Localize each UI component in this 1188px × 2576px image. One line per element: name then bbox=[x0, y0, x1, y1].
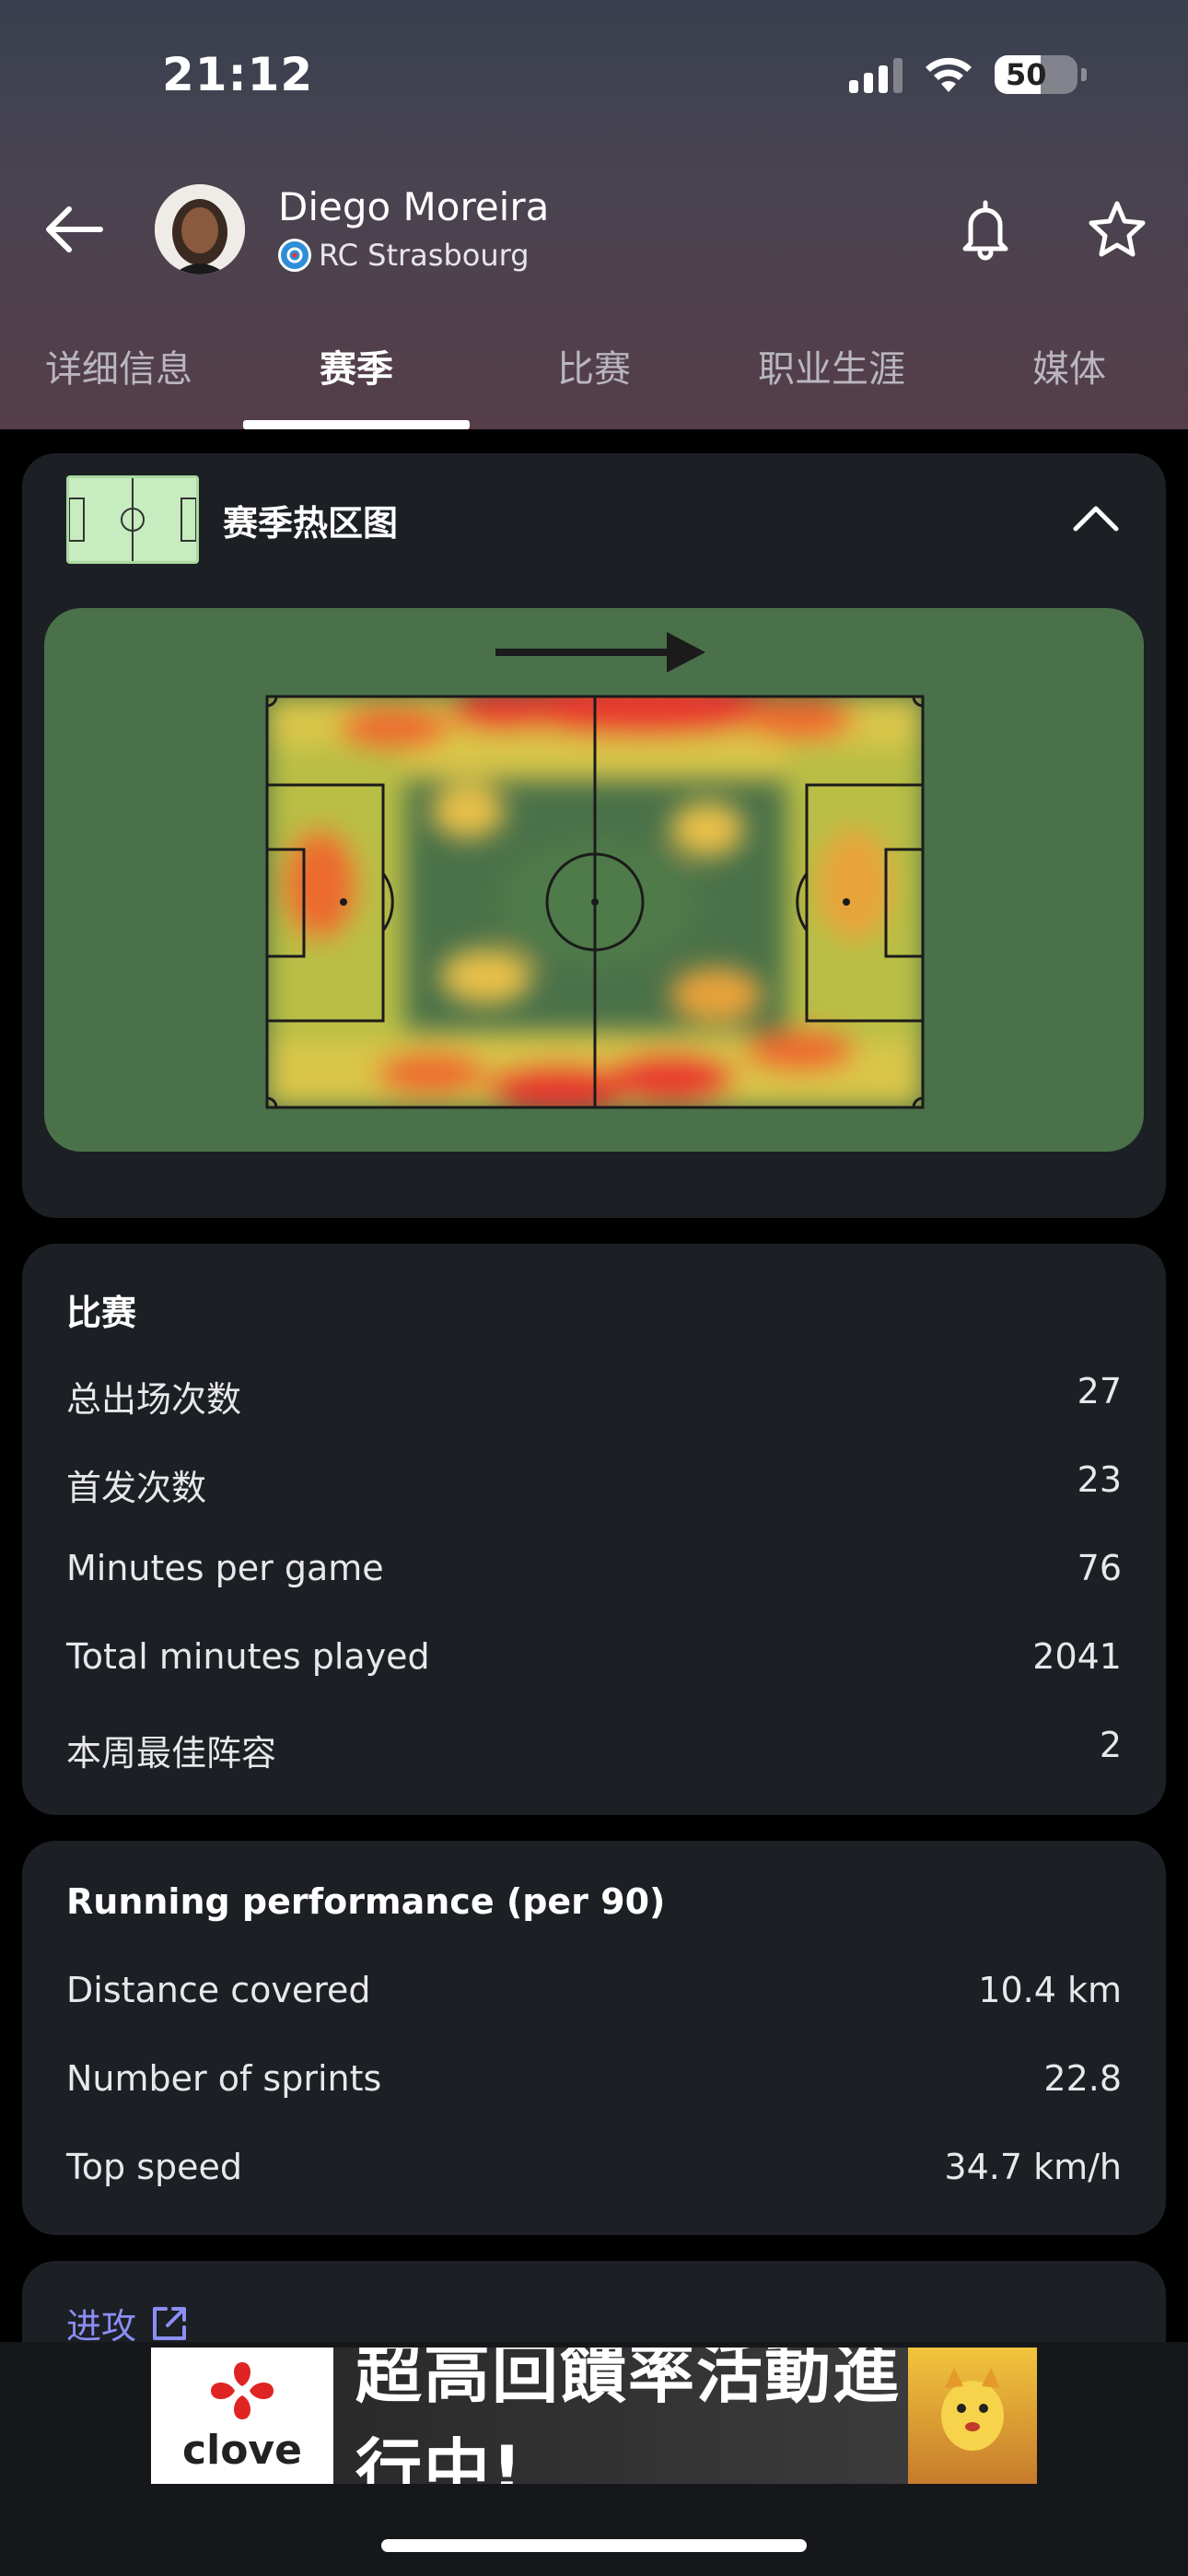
stat-row: 本周最佳阵容 2 bbox=[66, 1725, 1122, 1775]
external-link-icon bbox=[153, 2306, 187, 2340]
status-icons: 50 bbox=[849, 55, 1087, 94]
ad-text: 超高回饋率活動進行中! bbox=[333, 2348, 908, 2484]
stat-row: Top speed 34.7 km/h bbox=[66, 2147, 1122, 2187]
favorite-button[interactable] bbox=[1087, 199, 1147, 260]
battery-icon: 50 bbox=[995, 55, 1077, 94]
stat-row: Distance covered 10.4 km bbox=[66, 1970, 1122, 2010]
tab-season[interactable]: 赛季 bbox=[238, 328, 475, 429]
cellular-signal-icon bbox=[849, 56, 903, 93]
stat-value: 76 bbox=[1077, 1548, 1122, 1588]
stat-value: 10.4 km bbox=[978, 1970, 1122, 2010]
attack-label: 进攻 bbox=[66, 2306, 137, 2347]
arrow-left-icon bbox=[46, 206, 103, 252]
chevron-up-icon bbox=[1073, 506, 1119, 532]
stat-label: 首发次数 bbox=[66, 1468, 207, 1508]
attack-link[interactable]: 进攻 bbox=[66, 2298, 190, 2348]
status-time: 21:12 bbox=[162, 48, 314, 101]
pitch-icon bbox=[66, 475, 199, 564]
tab-media[interactable]: 媒体 bbox=[950, 328, 1188, 429]
stat-label: Top speed bbox=[66, 2147, 243, 2187]
heatmap-pitch bbox=[44, 608, 1144, 1152]
running-performance-card: Running performance (per 90) Distance co… bbox=[22, 1841, 1166, 2235]
stat-value: 2041 bbox=[1032, 1636, 1122, 1677]
club-badge-icon bbox=[278, 239, 311, 272]
stat-label: 本周最佳阵容 bbox=[66, 1733, 277, 1774]
stat-value: 34.7 km/h bbox=[944, 2147, 1122, 2187]
back-button[interactable] bbox=[37, 197, 111, 262]
ad-logo: clove bbox=[151, 2348, 333, 2484]
collapse-button[interactable] bbox=[1070, 499, 1122, 536]
stat-value: 23 bbox=[1077, 1459, 1122, 1500]
direction-arrow-icon bbox=[495, 632, 705, 673]
club-name: RC Strasbourg bbox=[319, 238, 530, 273]
running-section-title: Running performance (per 90) bbox=[66, 1881, 666, 1922]
ad-character-icon bbox=[908, 2348, 1037, 2484]
ad-banner[interactable]: clove 超高回饋率活動進行中! bbox=[151, 2348, 1037, 2484]
clove-logo-icon bbox=[211, 2361, 274, 2419]
stat-row: Number of sprints 22.8 bbox=[66, 2058, 1122, 2099]
stat-label: Total minutes played bbox=[66, 1636, 430, 1677]
heatmap-title: 赛季热区图 bbox=[223, 502, 399, 544]
club-row[interactable]: RC Strasbourg bbox=[278, 238, 530, 273]
ad-brand: clove bbox=[182, 2426, 302, 2474]
player-name: Diego Moreira bbox=[278, 184, 550, 229]
battery-level: 50 bbox=[1006, 57, 1047, 92]
match-stats-card: 比赛 总出场次数 27 首发次数 23 Minutes per game 76 … bbox=[22, 1244, 1166, 1815]
tab-bar: 详细信息 赛季 比赛 职业生涯 媒体 bbox=[0, 328, 1188, 429]
heatmap-header[interactable]: 赛季热区图 bbox=[66, 475, 398, 564]
stat-row: Minutes per game 76 bbox=[66, 1548, 1122, 1588]
stat-value: 27 bbox=[1077, 1371, 1122, 1411]
heatmap-card: 赛季热区图 bbox=[22, 453, 1166, 1218]
stat-row: 首发次数 23 bbox=[66, 1459, 1122, 1510]
player-avatar bbox=[155, 184, 245, 275]
star-icon bbox=[1089, 201, 1146, 257]
bell-icon bbox=[962, 200, 1008, 261]
wifi-icon bbox=[926, 57, 972, 92]
tab-details[interactable]: 详细信息 bbox=[0, 328, 238, 429]
stat-label: Distance covered bbox=[66, 1970, 371, 2010]
notification-button[interactable] bbox=[958, 197, 1013, 262]
stat-label: 总出场次数 bbox=[66, 1379, 242, 1420]
stat-row: Total minutes played 2041 bbox=[66, 1636, 1122, 1677]
tab-matches[interactable]: 比赛 bbox=[475, 328, 713, 429]
stat-value: 2 bbox=[1099, 1725, 1122, 1765]
app-header: 21:12 50 Diego Moreira RC Strasbourg 详细信… bbox=[0, 0, 1188, 429]
stat-value: 22.8 bbox=[1043, 2058, 1122, 2099]
stat-row: 总出场次数 27 bbox=[66, 1371, 1122, 1422]
match-section-title: 比赛 bbox=[66, 1293, 137, 1333]
stat-label: Minutes per game bbox=[66, 1548, 384, 1588]
stat-label: Number of sprints bbox=[66, 2058, 382, 2099]
tab-career[interactable]: 职业生涯 bbox=[713, 328, 950, 429]
home-indicator[interactable] bbox=[381, 2539, 807, 2552]
